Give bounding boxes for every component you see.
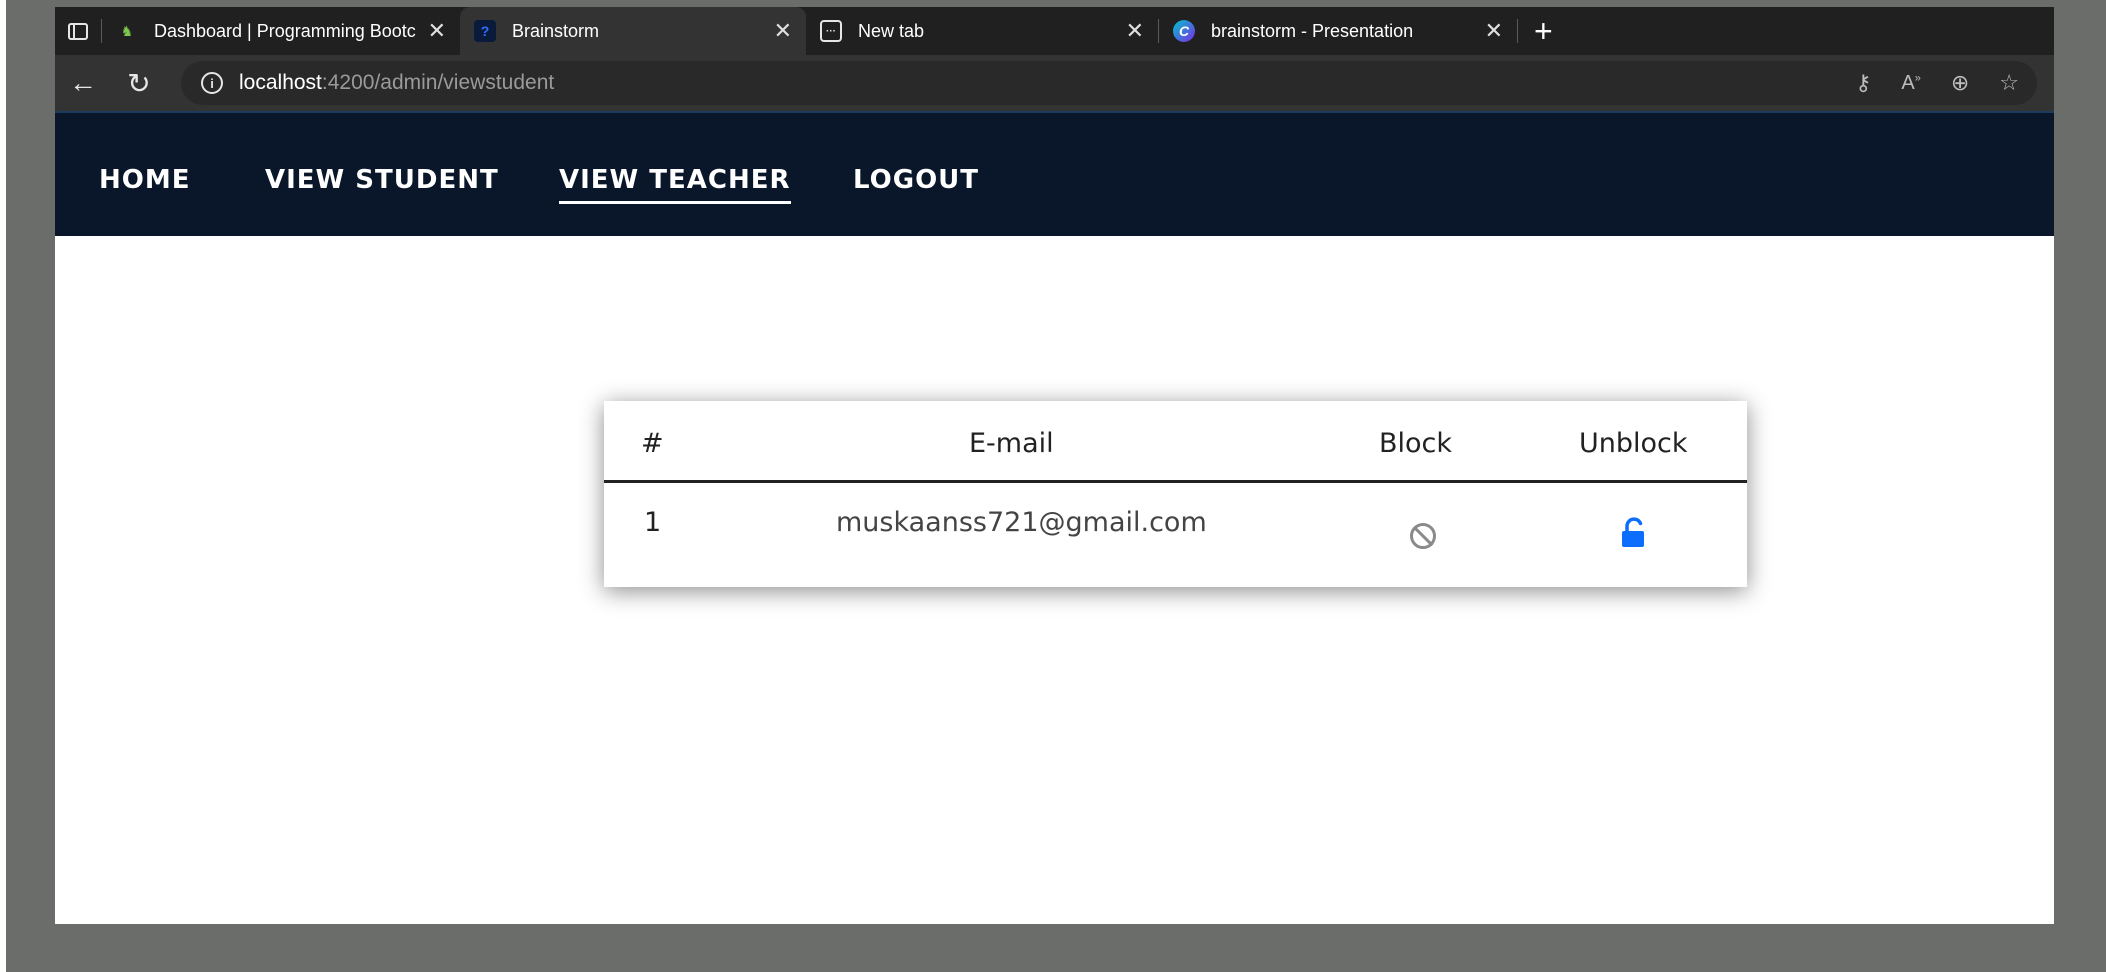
nav-view-teacher[interactable]: VIEW TEACHER [559,165,791,204]
tab-brainstorm[interactable]: ? Brainstorm ✕ [460,7,806,55]
new-tab-icon: ··· [820,20,842,42]
tab-dashboard[interactable]: ♞ Dashboard | Programming Bootc ✕ [102,7,460,55]
back-arrow-icon[interactable]: ← [55,67,111,99]
zoom-icon[interactable]: ⊕ [1951,70,1969,96]
url-host: localhost [239,71,322,94]
bootcamp-logo-icon: ♞ [120,22,134,39]
tab-title: brainstorm - Presentation [1211,20,1414,41]
row-index: 1 [644,507,662,538]
canva-icon: C [1173,20,1195,42]
header-block: Block [1379,428,1453,459]
header-unblock: Unblock [1579,428,1688,459]
site-info-icon[interactable]: i [201,72,223,94]
tab-title: Brainstorm [512,20,600,41]
close-icon[interactable]: ✕ [428,18,446,44]
row-email: muskaanss721@gmail.com [836,507,1207,538]
close-icon[interactable]: ✕ [1126,18,1144,44]
address-bar[interactable]: i localhost:4200/admin/viewstudent ⚷ A» … [181,61,2037,105]
app-navbar: HOME VIEW STUDENT VIEW TEACHER LOGOUT [55,111,2054,236]
browser-toolbar: ← ↻ i localhost:4200/admin/viewstudent ⚷… [55,55,2054,111]
header-index: # [641,428,664,459]
header-email: E-mail [969,428,1054,459]
read-aloud-icon[interactable]: A» [1901,72,1920,95]
tab-title: Dashboard | Programming Bootc [154,20,416,41]
tab-presentation[interactable]: C brainstorm - Presentation ✕ [1159,7,1517,55]
tab-separator [1517,19,1518,43]
sidebar-toggle-icon[interactable] [55,7,101,55]
table-header: # E-mail Block Unblock [604,401,1747,483]
password-key-icon[interactable]: ⚷ [1855,70,1871,96]
nav-home[interactable]: HOME [99,165,191,195]
close-icon[interactable]: ✕ [1485,18,1503,44]
nav-logout[interactable]: LOGOUT [853,165,979,195]
browser-tab-strip: ♞ Dashboard | Programming Bootc ✕ ? Brai… [55,7,2054,55]
new-tab-plus-icon[interactable]: + [1534,15,1553,47]
tab-title: New tab [858,20,925,41]
close-icon[interactable]: ✕ [774,18,792,44]
tab-new-tab[interactable]: ··· New tab ✕ [806,7,1158,55]
block-icon[interactable] [1410,523,1436,549]
students-table: # E-mail Block Unblock 1 muskaanss721@gm… [604,401,1747,587]
url-path: :4200/admin/viewstudent [321,71,555,94]
main-content: # E-mail Block Unblock 1 muskaanss721@gm… [55,236,2054,924]
nav-view-student[interactable]: VIEW STUDENT [265,165,499,195]
unlock-icon[interactable] [1620,517,1648,549]
address-bar-actions: ⚷ A» ⊕ ☆ [1855,61,2019,105]
brainstorm-favicon-icon: ? [474,20,496,42]
favorites-star-icon[interactable]: ☆ [1999,70,2019,96]
refresh-icon[interactable]: ↻ [111,67,167,100]
